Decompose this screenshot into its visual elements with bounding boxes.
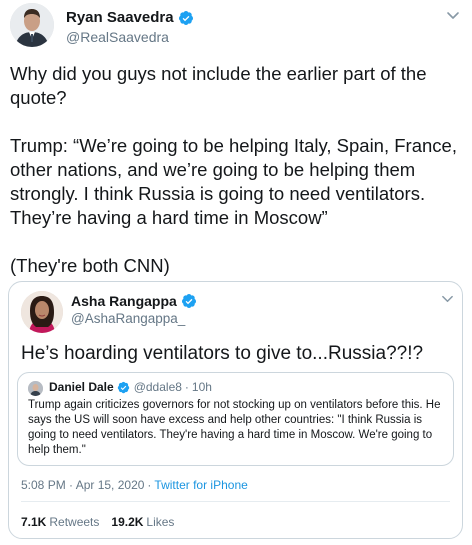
nested-time[interactable]: 10h <box>192 380 212 394</box>
nested-quoted-tweet[interactable]: Daniel Dale @ddale8 · 10h Trump again cr… <box>17 372 454 466</box>
nested-author-name[interactable]: Daniel Dale <box>49 380 114 394</box>
chevron-down-icon[interactable] <box>446 8 460 22</box>
quoted-author-avatar[interactable] <box>21 291 63 333</box>
nested-author-avatar[interactable] <box>28 381 43 396</box>
engagement-stats: 7.1K Retweets 19.2K Likes <box>21 515 174 529</box>
tweet-timestamp[interactable]: 5:08 PM · Apr 15, 2020 <box>21 478 144 492</box>
nested-tweet-text: Trump again criticizes governors for not… <box>28 399 441 456</box>
nested-header: Daniel Dale @ddale8 · 10h <box>49 380 212 394</box>
author-handle[interactable]: @RealSaavedra <box>66 29 169 45</box>
quoted-tweet-card[interactable]: Asha Rangappa @AshaRangappa_ He’s hoardi… <box>8 281 463 539</box>
retweets-count: 7.1K <box>21 515 47 529</box>
quoted-author-name[interactable]: Asha Rangappa <box>71 293 177 309</box>
divider <box>21 501 450 502</box>
nested-separator: · <box>184 380 189 394</box>
chevron-down-icon[interactable] <box>441 292 454 305</box>
likes-count: 19.2K <box>111 515 144 529</box>
quoted-tweet-text: He’s hoarding ventilators to give to...R… <box>21 343 424 364</box>
verified-badge-icon <box>178 10 193 25</box>
likes-stat[interactable]: 19.2K Likes <box>111 515 174 529</box>
tweet-source-link[interactable]: Twitter for iPhone <box>154 478 247 492</box>
author-avatar[interactable] <box>10 3 54 47</box>
quoted-author-name-row: Asha Rangappa <box>71 293 197 309</box>
verified-badge-icon <box>117 381 129 393</box>
tweet-text: Why did you guys not include the earlier… <box>10 63 457 276</box>
timestamp-separator: · <box>147 478 152 492</box>
quoted-author-handle[interactable]: @AshaRangappa_ <box>71 311 185 326</box>
verified-badge-icon <box>181 294 196 308</box>
retweets-label: Retweets <box>49 515 100 529</box>
tweet-timestamp-row: 5:08 PM · Apr 15, 2020 · Twitter for iPhon… <box>21 478 248 492</box>
likes-label: Likes <box>146 515 175 529</box>
retweets-stat[interactable]: 7.1K Retweets <box>21 515 99 529</box>
author-name-row: Ryan Saavedra <box>66 9 194 26</box>
nested-author-handle[interactable]: @ddale8 <box>134 380 182 394</box>
tweet-container: Ryan Saavedra @RealSaavedra Why did you … <box>0 0 472 545</box>
author-name[interactable]: Ryan Saavedra <box>66 9 174 26</box>
